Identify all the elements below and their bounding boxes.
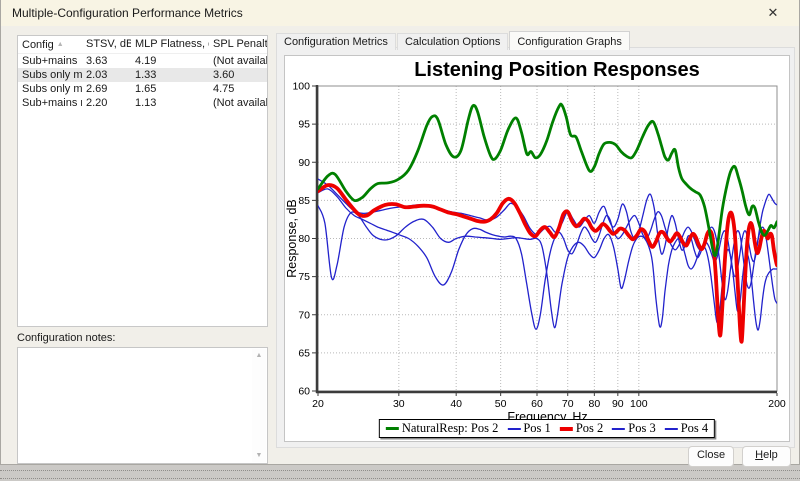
- legend-line-swatch: [385, 427, 399, 430]
- legend-line-swatch: [664, 427, 678, 430]
- x-tick-label: 60: [531, 398, 543, 410]
- screen: Multiple-Configuration Performance Metri…: [0, 0, 800, 481]
- legend-line-swatch: [612, 427, 626, 430]
- y-tick-label: 65: [298, 347, 310, 359]
- scroll-down-icon[interactable]: ▼: [256, 452, 263, 459]
- background-dotted-line: [0, 478, 800, 479]
- table-cell: Subs only multi...: [22, 69, 82, 81]
- chart-panel: 20 30 40 50 60 70 80 90 100 200 60 65 70 75 80 85 90 95 10…: [284, 55, 790, 442]
- y-tick-label: 80: [298, 233, 310, 245]
- table-cell: 1.65: [135, 83, 157, 95]
- legend-line-swatch: [559, 426, 573, 431]
- table-cell: 4.19: [135, 55, 157, 67]
- table-cell: (Not available): [213, 55, 267, 67]
- column-header[interactable]: SPL Penalty, dB: [209, 36, 267, 53]
- table-row[interactable]: Sub+mains mu... 2.20 1.13 (Not available): [18, 96, 267, 110]
- table-cell: 3.63: [86, 55, 108, 67]
- legend-label: Pos 3: [628, 421, 656, 435]
- x-tick-label: 30: [393, 398, 405, 410]
- x-tick-label: 80: [589, 398, 601, 410]
- table-cell: (Not available): [213, 97, 267, 109]
- tab-strip: Configuration Metrics Calculation Options…: [276, 31, 631, 50]
- y-tick-label: 95: [298, 119, 310, 131]
- background-dotted-line: [0, 470, 800, 471]
- legend-item: Pos 2: [559, 421, 604, 436]
- tab-calculation-options[interactable]: Calculation Options: [396, 33, 509, 50]
- legend-label: Pos 2: [575, 421, 604, 435]
- table-row[interactable]: Subs only manual 2.69 1.65 4.75: [18, 82, 267, 96]
- sort-ascending-icon: ▲: [56, 41, 64, 48]
- table-cell: 4.75: [213, 83, 235, 95]
- x-tick-label: 100: [630, 398, 648, 410]
- legend-label: NaturalResp: Pos 2: [401, 421, 499, 435]
- legend-item: Pos 1: [507, 421, 551, 436]
- y-tick-label: 70: [298, 309, 310, 321]
- table-cell: Sub+mains mu...: [22, 97, 82, 109]
- table-cell: 1.13: [135, 97, 157, 109]
- table-body: Sub+mains3.634.19(Not available)Subs onl…: [18, 54, 267, 110]
- configuration-notes-input[interactable]: [20, 350, 251, 461]
- y-axis-title: Response, dB: [285, 199, 299, 278]
- window-title: Multiple-Configuration Performance Metri…: [12, 6, 243, 20]
- legend-label: Pos 4: [680, 421, 709, 435]
- help-button-label: Help: [755, 449, 778, 461]
- table-header-row: Config▲STSV, dBMLP Flatness, dBSPL Penal…: [18, 36, 267, 54]
- title-bar: Multiple-Configuration Performance Metri…: [1, 0, 799, 26]
- legend-item: Pos 4: [664, 421, 709, 436]
- x-tick-label: 40: [450, 398, 462, 410]
- configuration-notes-label: Configuration notes:: [17, 332, 116, 344]
- column-header[interactable]: Config ▲: [18, 36, 82, 53]
- close-button[interactable]: Close: [688, 446, 734, 467]
- table-cell: 2.03: [86, 69, 108, 81]
- x-tick-label: 200: [768, 398, 786, 410]
- tab-page-configuration-graphs: 20 30 40 50 60 70 80 90 100 200 60 65 70 75 80 85 90 95 10…: [276, 47, 795, 448]
- listening-position-responses-chart: 20 30 40 50 60 70 80 90 100 200 60 65 70 75 80 85 90 95 10…: [285, 59, 786, 424]
- close-button-label: Close: [696, 449, 726, 461]
- x-tick-label: 70: [562, 398, 574, 410]
- close-icon[interactable]: ✕: [763, 4, 783, 22]
- chart-title: Listening Position Responses: [414, 59, 700, 81]
- tab-configuration-metrics[interactable]: Configuration Metrics: [276, 33, 396, 50]
- y-tick-label: 75: [298, 271, 310, 283]
- legend-item: Pos 3: [612, 421, 656, 436]
- y-tick-label: 100: [292, 81, 310, 93]
- legend-line-swatch: [507, 427, 521, 430]
- background-window-strip: [0, 466, 800, 481]
- table-cell: Sub+mains: [22, 55, 78, 67]
- table-cell: 2.69: [86, 83, 108, 95]
- table-cell: Subs only manual: [22, 83, 82, 95]
- configuration-notes-box: ▲ ▼: [17, 347, 268, 464]
- legend-label: Pos 1: [523, 421, 551, 435]
- help-button[interactable]: Help: [742, 446, 791, 467]
- scroll-up-icon[interactable]: ▲: [256, 352, 263, 359]
- table-cell: 3.60: [213, 69, 235, 81]
- tab-configuration-graphs[interactable]: Configuration Graphs: [509, 31, 630, 50]
- legend-item: NaturalResp: Pos 2: [385, 421, 499, 436]
- table-cell: 1.33: [135, 69, 157, 81]
- x-tick-label: 20: [312, 398, 324, 410]
- table-cell: 2.20: [86, 97, 108, 109]
- table-row[interactable]: Sub+mains 3.63 4.19 (Not available): [18, 54, 267, 68]
- x-tick-label: 90: [612, 398, 624, 410]
- metrics-dialog: Multiple-Configuration Performance Metri…: [0, 0, 800, 467]
- column-header[interactable]: MLP Flatness, dB: [131, 36, 209, 53]
- y-tick-label: 60: [298, 386, 310, 398]
- y-tick-label: 90: [298, 157, 310, 169]
- metrics-table: Config▲STSV, dBMLP Flatness, dBSPL Penal…: [17, 35, 268, 327]
- column-header[interactable]: STSV, dB: [82, 36, 131, 53]
- chart-legend: NaturalResp: Pos 2 Pos 1 Pos 2 Pos 3 Pos 4: [378, 419, 716, 438]
- x-tick-label: 50: [495, 398, 507, 410]
- y-tick-label: 85: [298, 195, 310, 207]
- notes-scrollbar[interactable]: ▲ ▼: [252, 349, 266, 462]
- table-row[interactable]: Subs only multi... 2.03 1.33 3.60: [18, 68, 267, 82]
